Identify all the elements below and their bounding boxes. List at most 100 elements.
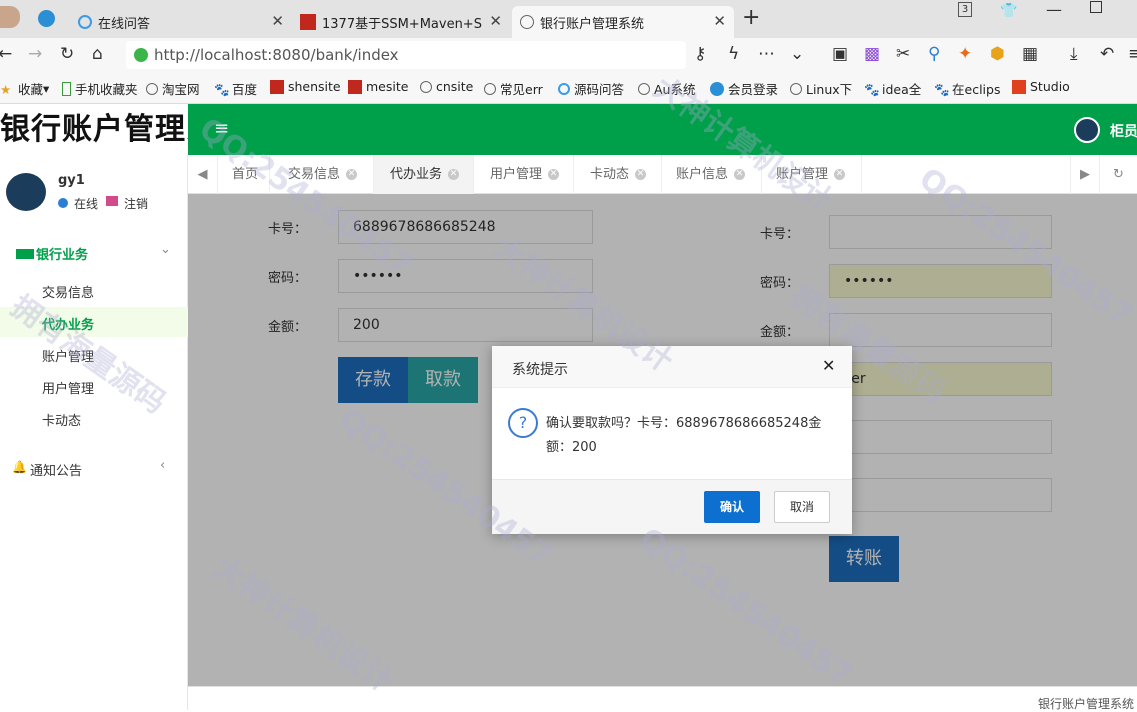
top-user-name[interactable]: 柜员: [1110, 121, 1137, 141]
globe-icon: [484, 82, 496, 95]
close-icon[interactable]: ✕: [822, 356, 835, 375]
tab-trade-info[interactable]: 交易信息 ✕: [270, 155, 374, 194]
undo-icon[interactable]: ↶: [1100, 44, 1114, 64]
chevron-down-icon[interactable]: ⌄: [790, 44, 804, 64]
cancel-button[interactable]: 取消: [774, 491, 830, 523]
scissors-icon[interactable]: ✂: [896, 44, 910, 64]
bookmark-item[interactable]: 🐾 idea全: [864, 79, 921, 98]
close-tab-icon[interactable]: ✕: [734, 169, 746, 180]
tab-home[interactable]: 首页: [218, 155, 270, 194]
globe-icon: [790, 82, 802, 95]
tab-user-mgmt[interactable]: 用户管理 ✕: [474, 155, 574, 194]
new-tab-button[interactable]: +: [742, 5, 760, 30]
close-tab-icon[interactable]: ✕: [489, 12, 502, 30]
chevron-down-icon: ⌄: [160, 242, 171, 257]
telegram-icon[interactable]: [38, 10, 55, 27]
user-avatar[interactable]: [1074, 117, 1100, 143]
browser-tab-ssm[interactable]: 1377基于SSM+Maven+Shiro ✕: [292, 6, 510, 38]
profile-avatar[interactable]: [0, 6, 20, 28]
bookmark-item[interactable]: 🐾 百度: [214, 79, 257, 98]
close-tab-icon[interactable]: ✕: [635, 169, 647, 180]
bookmark-item[interactable]: 会员登录: [710, 79, 778, 98]
baidu-icon: 🐾: [934, 81, 950, 97]
card-icon: [16, 249, 34, 259]
tab-account-mgmt[interactable]: 账户管理 ✕: [762, 155, 862, 194]
user-name: gy1: [58, 173, 85, 188]
home-icon[interactable]: ⌂: [92, 44, 103, 64]
search-icon[interactable]: ⚲: [928, 44, 940, 64]
tab-card-status[interactable]: 卡动态 ✕: [574, 155, 662, 194]
bookmark-item[interactable]: Studio: [1012, 79, 1070, 94]
translate-icon[interactable]: ▩: [864, 44, 880, 64]
close-tab-icon[interactable]: ✕: [548, 169, 560, 180]
bookmark-item[interactable]: cnsite: [420, 79, 473, 94]
shirt-icon[interactable]: 👕: [1000, 3, 1017, 19]
browser-tab-strip: 在线问答 ✕ 1377基于SSM+Maven+Shiro ✕ 银行账户管理系统 …: [0, 0, 1137, 38]
close-tab-icon[interactable]: ✕: [713, 12, 726, 30]
forward-icon[interactable]: →: [28, 44, 42, 64]
page-tabs-bar: ◀ 首页 交易信息 ✕ 代办业务 ✕ 用户管理 ✕ 卡动态 ✕ 账户信息 ✕ 账户管理 ✕ …: [188, 155, 1137, 194]
bookmark-item[interactable]: 源码问答: [558, 79, 624, 98]
sidebar-item-user-mgmt[interactable]: 用户管理: [42, 378, 94, 397]
close-tab-icon[interactable]: ✕: [834, 169, 846, 180]
key-icon[interactable]: ⚷: [694, 44, 706, 64]
bookmark-item[interactable]: Au系统: [638, 79, 695, 98]
address-bar[interactable]: http://localhost:8080/bank/index: [126, 41, 686, 69]
bookmark-item[interactable]: 淘宝网: [146, 79, 200, 98]
bookmark-item[interactable]: 🐾 在eclips: [934, 79, 1000, 98]
close-tab-icon[interactable]: ✕: [271, 12, 284, 30]
sidebar: gy1 在线 注销 银行业务 ⌄ 交易信息 代办业务 账户管理 用户管理 卡动态…: [0, 155, 188, 710]
tabs-scroll-right-icon[interactable]: ▶: [1070, 155, 1100, 194]
tab-label: 1377基于SSM+Maven+Shiro: [322, 16, 482, 32]
dialog-message: 确认要取款吗？卡号：6889678686685248金额：200: [546, 416, 822, 455]
back-icon[interactable]: ←: [0, 44, 12, 64]
tab-account-info[interactable]: 账户信息 ✕: [662, 155, 762, 194]
game-icon[interactable]: ✦: [958, 44, 972, 64]
minimize-icon[interactable]: —: [1046, 0, 1062, 19]
logout-link[interactable]: 注销: [124, 195, 148, 212]
qa-icon: [558, 82, 570, 95]
download-icon[interactable]: ⤓: [1070, 44, 1078, 64]
more-icon[interactable]: ⋯: [758, 44, 775, 64]
logout-icon: [106, 196, 118, 206]
tab-agency[interactable]: 代办业务 ✕: [374, 155, 474, 194]
sidebar-item-card-status[interactable]: 卡动态: [42, 410, 81, 429]
tab-count-badge[interactable]: 3: [958, 2, 972, 17]
dialog-footer: 确认 取消: [492, 479, 852, 534]
menu-icon[interactable]: ≡: [1128, 44, 1137, 64]
close-tab-icon[interactable]: ✕: [448, 169, 460, 180]
bookmark-item[interactable]: ★ 收藏 ▾: [0, 79, 49, 98]
bookmark-item[interactable]: Linux下: [790, 79, 852, 98]
sidebar-item-notice[interactable]: 通知公告: [30, 460, 82, 479]
sidebar-item-agency[interactable]: 代办业务: [42, 314, 94, 333]
bookmark-item[interactable]: 常见err: [484, 79, 543, 98]
apps-grid-icon[interactable]: ▦: [1022, 44, 1038, 64]
bookmark-item[interactable]: shensite: [270, 79, 341, 94]
close-tab-icon[interactable]: ✕: [346, 169, 358, 180]
bookmark-item[interactable]: 手机收藏夹: [62, 79, 138, 98]
app-top-bar: ≡ 柜员: [188, 104, 1137, 155]
site-icon: [270, 79, 284, 94]
browser-tab-qa[interactable]: 在线问答 ✕: [70, 6, 292, 38]
tabs-scroll-left-icon[interactable]: ◀: [188, 155, 218, 194]
bolt-icon[interactable]: ϟ: [728, 44, 739, 64]
reader-icon[interactable]: ▣: [832, 44, 848, 64]
sidebar-item-account-mgmt[interactable]: 账户管理: [42, 346, 94, 365]
menu-group-banking[interactable]: 银行业务 ⌄: [0, 239, 188, 267]
hamburger-menu-icon[interactable]: ≡: [214, 118, 229, 139]
site-icon: [348, 79, 362, 94]
confirm-dialog: 系统提示 ✕ ? 确认要取款吗？卡号：6889678686685248金额：20…: [492, 346, 852, 534]
shield-icon[interactable]: ⬢: [990, 44, 1005, 64]
refresh-icon[interactable]: ↻: [1100, 155, 1137, 194]
phone-icon: [62, 81, 71, 96]
reload-icon[interactable]: ↻: [60, 44, 74, 64]
dialog-header: 系统提示 ✕: [492, 346, 852, 388]
question-icon: ?: [508, 408, 538, 438]
browser-nav-bar: ← → ↻ ⌂ http://localhost:8080/bank/index…: [0, 38, 1137, 72]
site-icon: [1012, 79, 1026, 94]
browser-tab-bank[interactable]: 银行账户管理系统 ✕: [512, 6, 734, 38]
sidebar-item-trade-info[interactable]: 交易信息: [42, 282, 94, 301]
confirm-button[interactable]: 确认: [704, 491, 760, 523]
bookmark-item[interactable]: mesite: [348, 79, 408, 94]
maximize-icon[interactable]: [1090, 1, 1102, 13]
